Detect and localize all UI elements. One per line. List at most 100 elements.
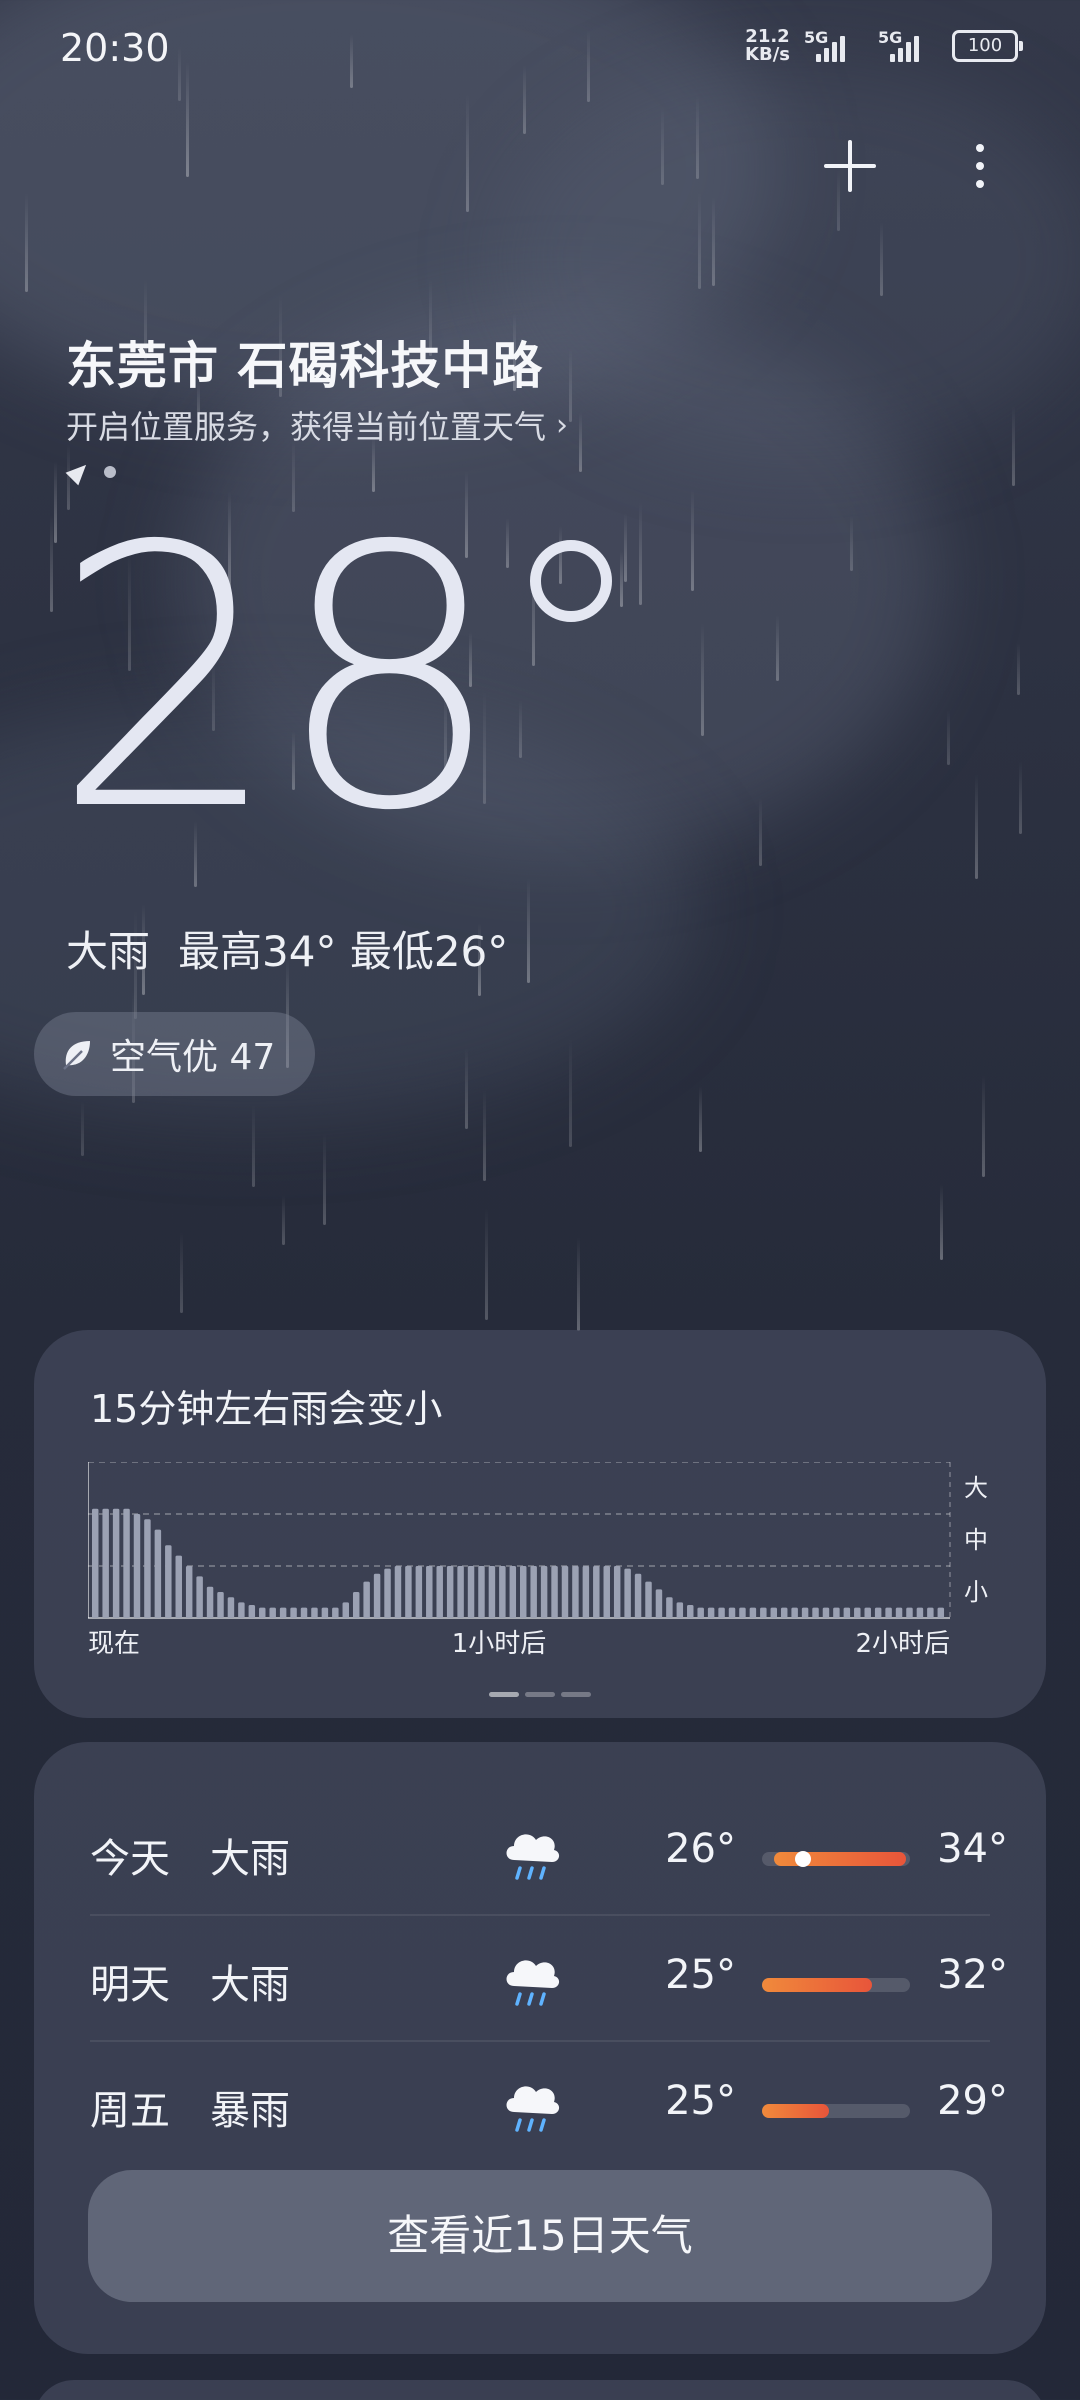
raindrop-streak	[620, 551, 623, 607]
raindrop-streak	[624, 513, 627, 582]
rain-bar	[332, 1607, 339, 1618]
current-condition: 大雨	[66, 927, 151, 976]
chevron-right-icon: ›	[556, 407, 569, 443]
rain-bar	[572, 1566, 579, 1618]
rain-bar	[603, 1566, 610, 1618]
raindrop-streak	[519, 700, 522, 758]
rain-bar	[906, 1607, 913, 1618]
rain-bar	[227, 1597, 235, 1618]
leaf-icon	[63, 1041, 90, 1070]
rain-bar	[551, 1566, 558, 1618]
rain-bar	[593, 1566, 600, 1618]
temp-range-fill	[762, 2104, 829, 2118]
rain-bar	[290, 1607, 297, 1618]
rain-bar	[457, 1566, 464, 1618]
rain-bar	[561, 1566, 569, 1618]
air-quality-button[interactable]: 空气优 47	[34, 1012, 316, 1096]
status-time: 20:30	[60, 26, 170, 70]
rain-bar	[206, 1586, 214, 1618]
view-15-day-button[interactable]: 查看近15日天气	[88, 2170, 992, 2302]
forecast-low: 25°	[665, 1952, 736, 1998]
raindrop-streak	[282, 1195, 285, 1245]
status-bar: 20:30 21.2 KB/s 5G 5G 100	[0, 0, 1080, 100]
raindrop-streak	[701, 623, 704, 736]
rain-bar	[196, 1576, 203, 1618]
location-service-link[interactable]: 开启位置服务，获得当前位置天气 ›	[66, 402, 568, 448]
rain-bar	[718, 1607, 725, 1618]
raindrop-streak	[699, 1086, 702, 1152]
rain-bar	[833, 1607, 840, 1618]
rain-bar	[655, 1589, 663, 1618]
rain-bar	[843, 1607, 851, 1618]
rain-bar	[645, 1581, 652, 1618]
rain-bar	[707, 1607, 715, 1618]
rain-intensity-chart: 大中小现在 1小时后 2小时后	[88, 1462, 988, 1659]
weather-summary: 大雨 最高34° 最低26°	[66, 918, 508, 979]
rain-bar	[436, 1566, 443, 1618]
chart-x-tick-label: 现在	[88, 1629, 140, 1659]
rain-cloud-icon	[506, 1834, 560, 1880]
rain-bar	[269, 1607, 276, 1618]
rain-bar	[102, 1508, 109, 1618]
rain-bar	[154, 1529, 162, 1618]
forecast-high: 34°	[937, 1826, 1008, 1872]
rain-bar	[342, 1602, 350, 1618]
forecast-low: 25°	[665, 2078, 736, 2124]
rain-bar	[885, 1607, 892, 1618]
rain-bar	[687, 1605, 694, 1618]
rain-bar	[739, 1607, 746, 1618]
forecast-row[interactable]: 明天 大雨 25° 32°	[90, 1916, 1008, 2042]
forecast-row[interactable]: 今天 大雨 26° 34°	[90, 1790, 1008, 1916]
forecast-day: 周五	[90, 2088, 170, 2134]
rain-bar	[582, 1566, 590, 1618]
rain-bar	[175, 1555, 182, 1618]
rain-bar	[478, 1566, 485, 1618]
raindrop-streak	[947, 710, 950, 765]
raindrop-streak	[759, 798, 762, 866]
rain-bar	[801, 1607, 809, 1618]
rain-bar	[165, 1545, 172, 1618]
rain-bar	[311, 1607, 318, 1618]
temp-range-fill	[762, 1978, 872, 1992]
rain-cloud-icon	[506, 2086, 560, 2132]
raindrop-streak	[569, 348, 572, 422]
minute-rain-card[interactable]: 15分钟左右雨会变小 大中小现在 1小时后 2小时后	[34, 1330, 1046, 1718]
rain-bar	[760, 1607, 767, 1618]
raindrop-streak	[661, 107, 664, 185]
rain-bar	[133, 1514, 141, 1618]
raindrop-streak	[506, 518, 509, 568]
location-hint-text: 开启位置服务，获得当前位置天气	[66, 408, 547, 446]
rain-bar	[300, 1607, 308, 1618]
low-temp: 最低26°	[349, 927, 509, 976]
rain-bar	[927, 1607, 934, 1618]
rain-bar	[259, 1607, 266, 1618]
battery-icon: 100	[952, 30, 1023, 62]
rain-bar	[634, 1573, 642, 1618]
rain-bar	[666, 1597, 673, 1618]
rain-bar	[530, 1566, 537, 1618]
signal-sim2-icon: 5G	[878, 28, 938, 62]
rain-bar	[92, 1508, 99, 1618]
rain-bar	[394, 1566, 402, 1618]
rain-bar	[854, 1607, 861, 1618]
location-title: 东莞市 石碣科技中路	[66, 337, 544, 395]
chart-level-label: 中	[964, 1526, 988, 1554]
rain-bar	[112, 1508, 120, 1618]
raindrop-streak	[691, 489, 694, 591]
forecast-row[interactable]: 周五 暴雨 25° 29°	[90, 2042, 1008, 2168]
rain-bar	[791, 1607, 798, 1618]
signal-sim1-icon: 5G	[804, 28, 864, 62]
rain-bar	[499, 1566, 506, 1618]
more-menu-button[interactable]	[960, 136, 1000, 196]
add-city-button[interactable]	[820, 136, 880, 196]
raindrop-streak	[252, 1105, 255, 1187]
raindrop-streak	[1019, 761, 1022, 834]
forecast-condition: 大雨	[210, 1836, 290, 1882]
rain-bar	[520, 1566, 527, 1618]
forecast-high: 32°	[937, 1952, 1008, 1998]
rain-bar	[749, 1607, 757, 1618]
raindrop-streak	[25, 193, 28, 292]
raindrop-streak	[466, 94, 469, 212]
raindrop-streak	[982, 1075, 985, 1177]
rain-bar	[217, 1592, 224, 1618]
